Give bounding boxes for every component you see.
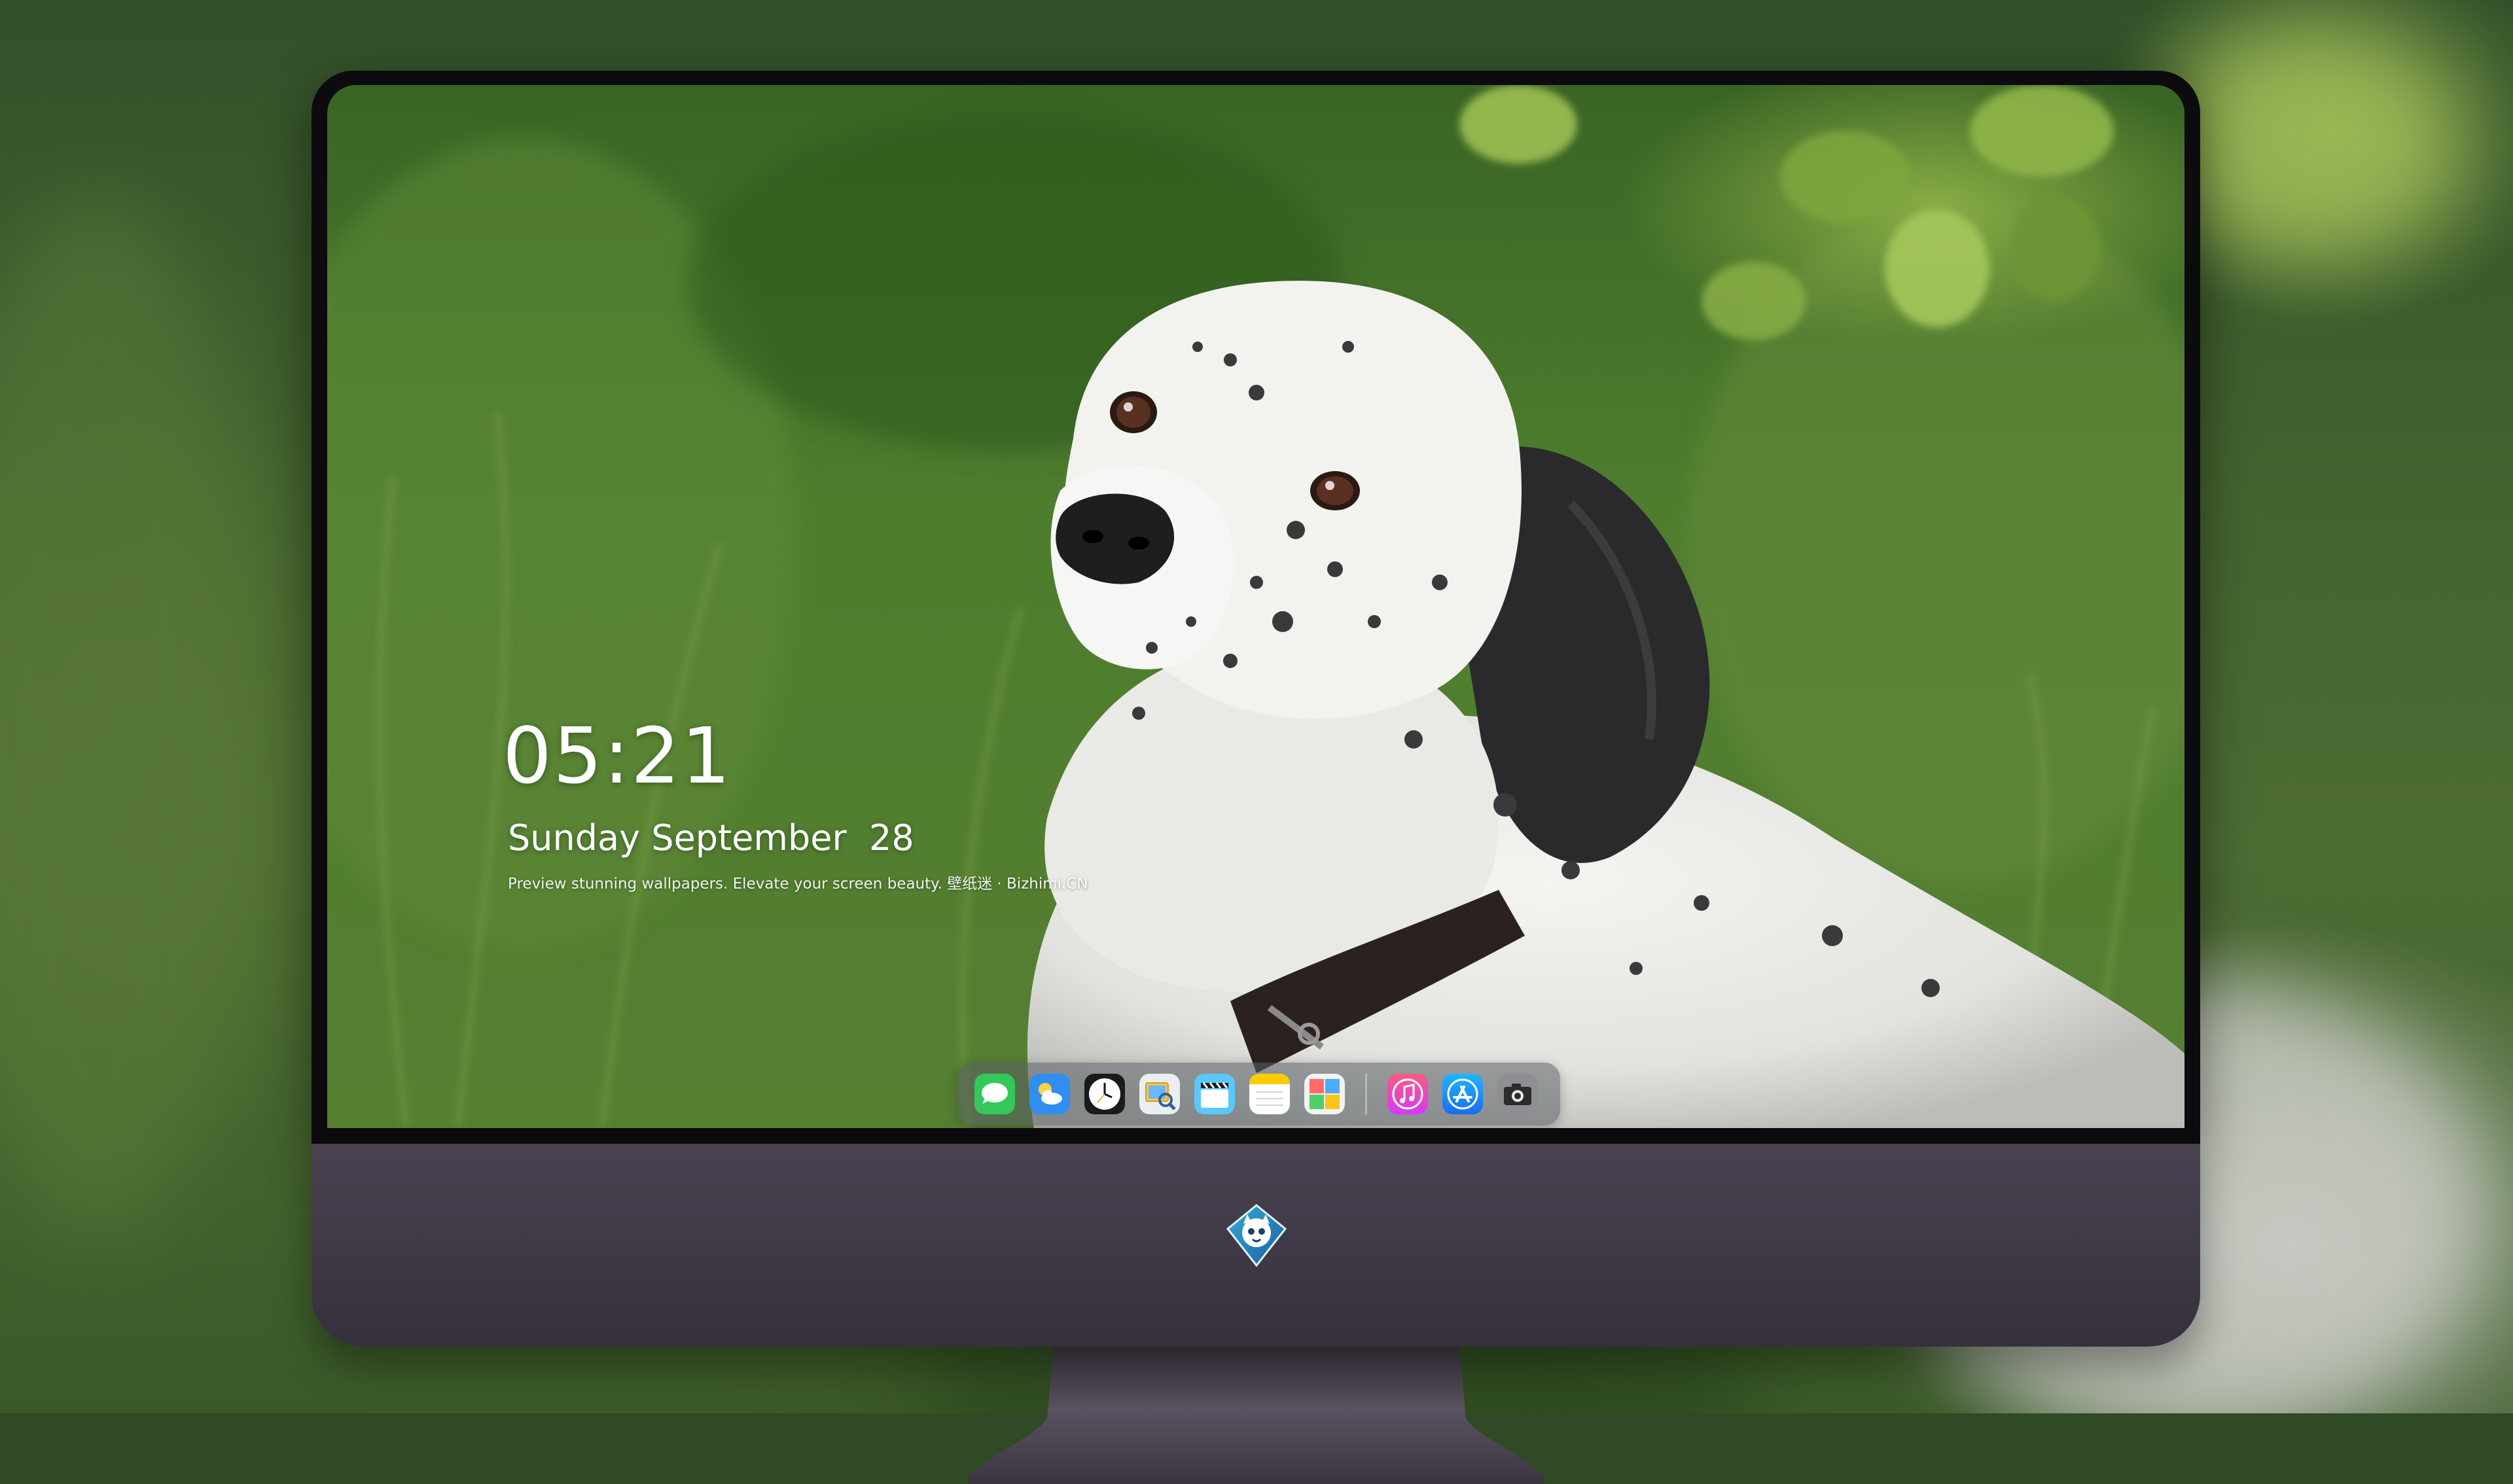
clock-icon[interactable] xyxy=(1084,1074,1125,1114)
background-grass-blur xyxy=(0,196,262,1243)
preview-icon[interactable] xyxy=(1139,1074,1180,1114)
app-store-icon[interactable] xyxy=(1442,1074,1483,1114)
background-leaf-blur xyxy=(2160,26,2461,262)
lockscreen-tagline: Preview stunning wallpapers. Elevate you… xyxy=(508,875,1088,892)
monitor-stand xyxy=(969,1347,1544,1484)
photo-booth-icon[interactable] xyxy=(1304,1074,1345,1114)
monitor-chin xyxy=(312,1144,2200,1347)
desktop-screen[interactable]: 05:21 Sunday September 28 Preview stunni… xyxy=(327,85,2184,1128)
wallpaper-dog xyxy=(327,85,2184,1128)
clips-icon[interactable] xyxy=(1194,1074,1235,1114)
lockscreen-date: Sunday September 28 xyxy=(508,817,914,858)
music-icon[interactable] xyxy=(1387,1074,1428,1114)
imac-monitor: 05:21 Sunday September 28 Preview stunni… xyxy=(312,71,2200,1484)
monitor-bezel: 05:21 Sunday September 28 Preview stunni… xyxy=(312,71,2200,1144)
messages-icon[interactable] xyxy=(974,1074,1015,1114)
camera-icon[interactable] xyxy=(1497,1074,1538,1114)
dock xyxy=(958,1063,1560,1125)
brand-logo-icon xyxy=(1226,1204,1287,1267)
lockscreen-time: 05:21 xyxy=(503,711,732,801)
dock-separator xyxy=(1365,1073,1367,1115)
weather-icon[interactable] xyxy=(1029,1074,1070,1114)
notes-icon[interactable] xyxy=(1249,1074,1290,1114)
